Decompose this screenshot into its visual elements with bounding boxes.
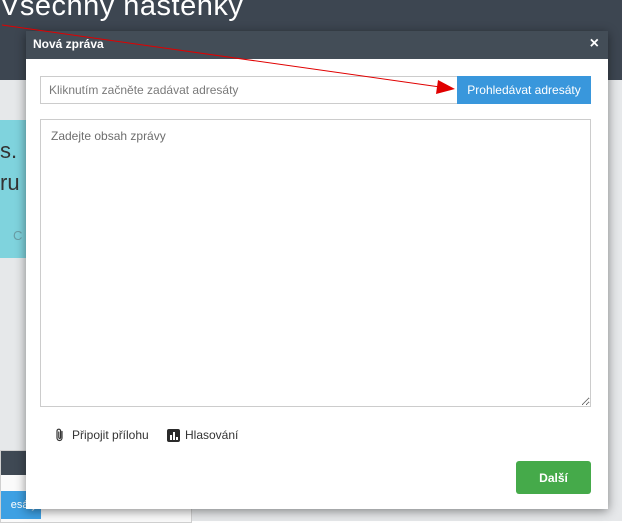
attach-file-link[interactable]: Připojit přílohu (54, 426, 149, 444)
paperclip-icon (56, 428, 63, 442)
poll-link[interactable]: Hlasování (167, 426, 238, 444)
attach-file-label: Připojit přílohu (72, 428, 149, 442)
page-title: Všechny nástěnky (0, 0, 244, 22)
close-icon[interactable]: × (590, 36, 599, 52)
recipients-input[interactable] (40, 76, 459, 104)
modal-title: Nová zpráva (33, 37, 104, 51)
background-card-text: C (13, 228, 23, 243)
search-recipients-button[interactable]: Prohledávat adresáty (457, 76, 591, 104)
modal-header: Nová zpráva × (26, 31, 608, 59)
bar-chart-icon (167, 428, 180, 442)
next-button[interactable]: Další (516, 461, 591, 494)
poll-label: Hlasování (185, 428, 239, 442)
background-card-text: s. (0, 138, 18, 163)
message-body-textarea[interactable] (40, 119, 591, 407)
new-message-modal: Nová zpráva × Prohledávat adresáty Připo… (26, 31, 608, 509)
background-card-text: ru (0, 170, 20, 195)
